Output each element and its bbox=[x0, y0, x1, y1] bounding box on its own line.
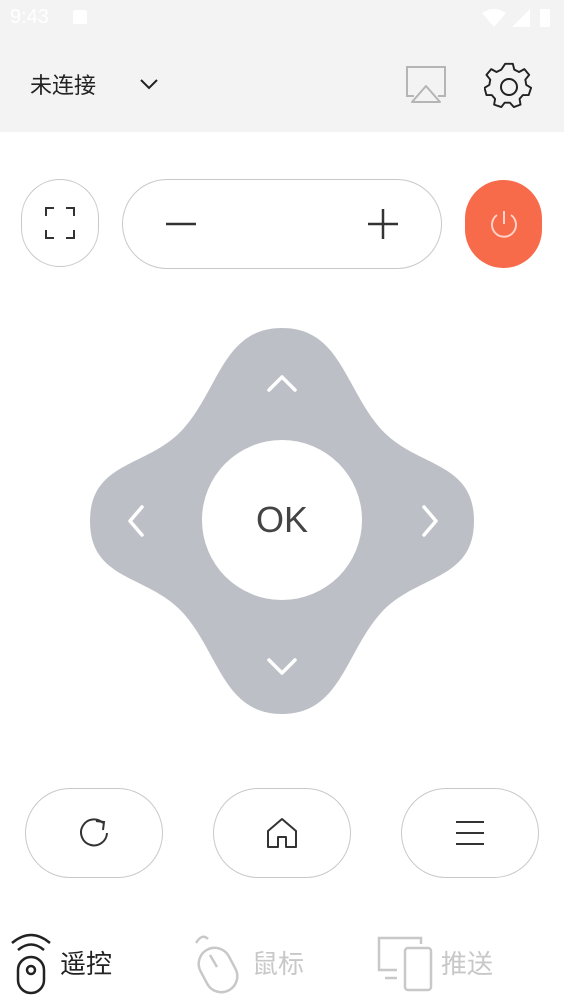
signal-icon bbox=[512, 9, 530, 27]
connection-status-label: 未连接 bbox=[30, 74, 97, 99]
plus-icon bbox=[368, 209, 398, 239]
volume-down-button[interactable] bbox=[151, 200, 211, 248]
chevron-left-icon bbox=[128, 505, 144, 537]
dpad-down-button[interactable] bbox=[232, 618, 332, 708]
mouse-icon bbox=[194, 935, 239, 994]
home-icon bbox=[267, 818, 297, 848]
back-button[interactable] bbox=[25, 788, 163, 878]
dpad-up-button[interactable] bbox=[232, 338, 332, 428]
volume-up-button[interactable] bbox=[353, 200, 413, 248]
fullscreen-button[interactable] bbox=[21, 179, 99, 267]
home-button[interactable] bbox=[213, 788, 351, 878]
wifi-icon bbox=[482, 9, 506, 27]
chevron-down-icon bbox=[267, 658, 297, 675]
ok-label: OK bbox=[255, 499, 308, 540]
status-time: 9:43 bbox=[10, 6, 49, 28]
dpad-left-button[interactable] bbox=[100, 471, 190, 571]
notification-icon bbox=[73, 10, 87, 24]
remote-screen: 9:43 未连接 OK 遥控 鼠标 推送 bbox=[0, 0, 564, 1004]
chevron-right-icon bbox=[422, 505, 438, 537]
refresh-icon bbox=[80, 818, 108, 847]
nav-label-remote: 遥控 bbox=[60, 949, 113, 980]
devices-icon bbox=[377, 936, 433, 992]
power-icon bbox=[490, 211, 517, 238]
minus-icon bbox=[166, 222, 196, 226]
header: 未连接 bbox=[0, 36, 564, 132]
menu-icon bbox=[456, 821, 484, 845]
status-icons bbox=[482, 9, 550, 27]
screen-cast-icon[interactable] bbox=[402, 64, 450, 108]
nav-label-push: 推送 bbox=[441, 949, 494, 980]
menu-button[interactable] bbox=[401, 788, 539, 878]
status-bar: 9:43 bbox=[0, 0, 564, 36]
remote-icon bbox=[11, 933, 51, 995]
chevron-up-icon bbox=[267, 375, 297, 392]
bottom-nav: 遥控 鼠标 推送 bbox=[0, 920, 564, 1004]
connection-selector[interactable]: 未连接 bbox=[30, 62, 160, 106]
dpad-right-button[interactable] bbox=[374, 471, 464, 571]
battery-icon bbox=[540, 9, 550, 27]
nav-item-remote[interactable]: 遥控 bbox=[8, 920, 112, 1004]
volume-control bbox=[122, 179, 442, 269]
power-button[interactable] bbox=[465, 180, 542, 268]
fullscreen-icon bbox=[45, 207, 75, 239]
gear-icon[interactable] bbox=[484, 62, 534, 112]
ok-button[interactable]: OK bbox=[202, 440, 362, 600]
nav-label-mouse: 鼠标 bbox=[252, 949, 305, 980]
nav-item-mouse[interactable]: 鼠标 bbox=[190, 920, 304, 1004]
direction-pad: OK bbox=[90, 328, 474, 714]
nav-item-push[interactable]: 推送 bbox=[375, 920, 493, 1004]
chevron-down-icon bbox=[140, 79, 158, 90]
